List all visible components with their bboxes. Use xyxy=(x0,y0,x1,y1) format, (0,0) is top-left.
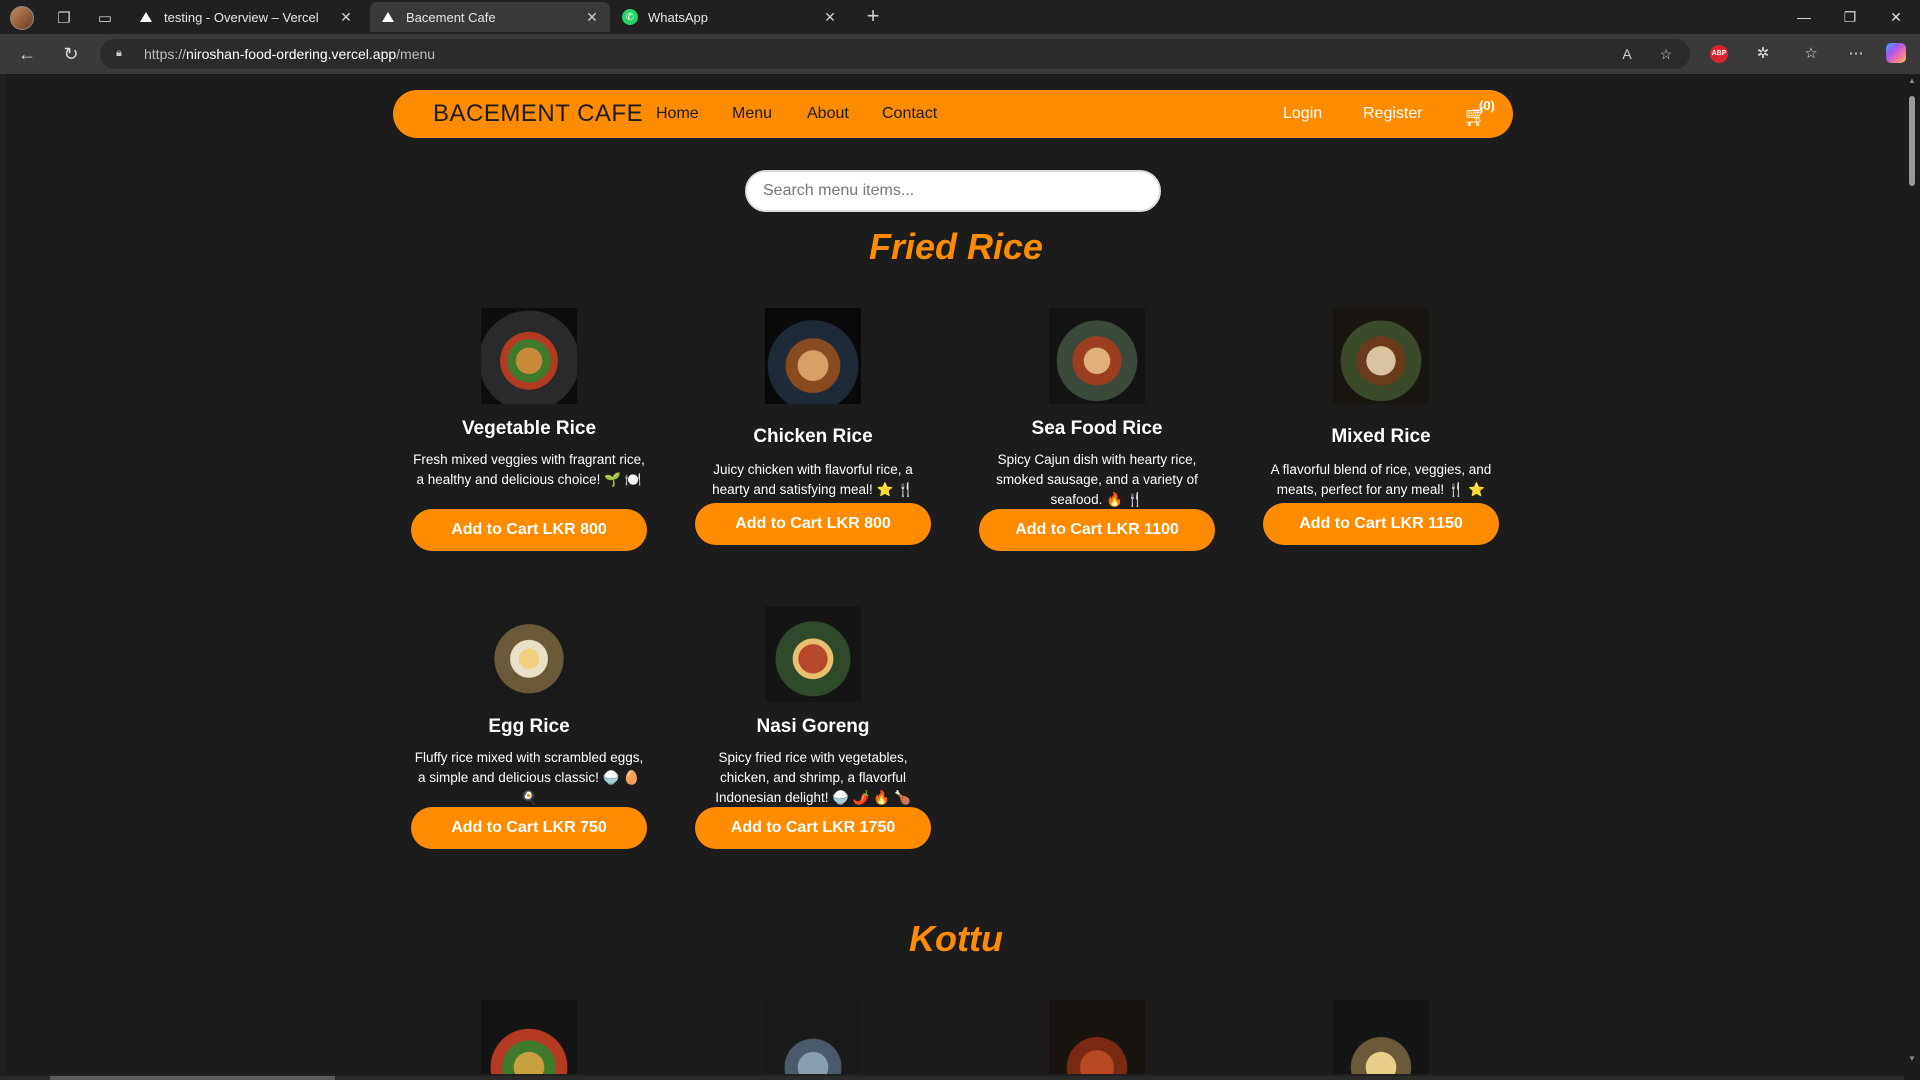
vercel-icon xyxy=(138,9,154,25)
menu-card-kottu-2 xyxy=(693,1000,933,1074)
add-to-cart-button[interactable]: Add to Cart LKR 750 xyxy=(411,807,647,849)
menu-card-mixed-rice: Mixed Rice A flavorful blend of rice, ve… xyxy=(1261,308,1501,545)
nav-about-link[interactable]: About xyxy=(807,105,849,123)
vertical-scrollbar[interactable]: ▲ ▼ xyxy=(1904,74,1920,1080)
item-name: Nasi Goreng xyxy=(756,716,870,737)
browser-tab-bar: ❐ ▭ testing - Overview – Vercel ✕ Baceme… xyxy=(0,0,1920,34)
cart-count-badge: (0) xyxy=(1479,98,1495,113)
scroll-down-arrow-icon[interactable]: ▼ xyxy=(1907,1054,1917,1063)
food-image xyxy=(1333,1000,1429,1074)
whatsapp-icon: ✆ xyxy=(622,9,638,25)
search-menu-input[interactable] xyxy=(745,170,1161,212)
nav-contact-link[interactable]: Contact xyxy=(882,105,937,123)
back-arrow-icon[interactable]: ← xyxy=(14,41,40,67)
item-description: Fluffy rice mixed with scrambled eggs, a… xyxy=(414,750,644,805)
tab-whatsapp[interactable]: ✆ WhatsApp ✕ xyxy=(612,2,848,32)
address-bar[interactable]: 🔒︎ https://niroshan-food-ordering.vercel… xyxy=(100,39,1690,69)
login-link[interactable]: Login xyxy=(1283,105,1322,123)
url-domain: niroshan-food-ordering.vercel.app xyxy=(186,46,397,62)
lock-icon[interactable]: 🔒︎ xyxy=(116,47,130,61)
item-name: Egg Rice xyxy=(488,716,570,737)
close-window-button[interactable]: ✕ xyxy=(1876,4,1916,30)
add-to-cart-button[interactable]: Add to Cart LKR 1150 xyxy=(1263,503,1499,545)
copilot-icon[interactable] xyxy=(1886,43,1906,63)
tab-bacement-cafe[interactable]: Bacement Cafe ✕ xyxy=(370,2,610,32)
url-prefix: https:// xyxy=(144,46,187,62)
read-aloud-icon[interactable]: A xyxy=(1616,43,1638,65)
register-link[interactable]: Register xyxy=(1363,105,1423,123)
menu-card-nasi-goreng: Nasi Goreng Spicy fried rice with vegeta… xyxy=(693,606,933,849)
menu-card-egg-rice: Egg Rice Fluffy rice mixed with scramble… xyxy=(409,606,649,849)
page-viewport: BACEMENT CAFE Home Menu About Contact Lo… xyxy=(6,74,1906,1074)
url-path: /menu xyxy=(396,46,436,62)
more-menu-icon[interactable]: ⋯ xyxy=(1845,43,1867,65)
add-to-cart-button[interactable]: Add to Cart LKR 1750 xyxy=(695,807,931,849)
restore-button[interactable]: ❐ xyxy=(1830,4,1870,30)
food-image xyxy=(481,308,577,404)
close-tab-icon[interactable]: ✕ xyxy=(338,9,354,26)
tab-vercel-overview[interactable]: testing - Overview – Vercel ✕ xyxy=(128,2,364,32)
nav-menu-link[interactable]: Menu xyxy=(732,105,772,123)
site-navbar: BACEMENT CAFE Home Menu About Contact Lo… xyxy=(393,90,1513,138)
tab-label: Bacement Cafe xyxy=(406,9,496,25)
nav-home-link[interactable]: Home xyxy=(656,105,699,123)
favorites-icon[interactable]: ☆ xyxy=(1800,43,1822,65)
horizontal-scrollbar[interactable] xyxy=(0,1076,1904,1080)
vercel-icon xyxy=(380,9,396,25)
item-description: Fresh mixed veggies with fragrant rice, … xyxy=(413,452,645,487)
food-image xyxy=(481,1000,577,1074)
item-name: Mixed Rice xyxy=(1331,426,1431,447)
adblock-extension-icon[interactable]: ABP xyxy=(1710,45,1728,63)
add-to-cart-button[interactable]: Add to Cart LKR 800 xyxy=(411,509,647,551)
minimize-button[interactable]: — xyxy=(1784,4,1824,30)
food-image xyxy=(1049,1000,1145,1074)
item-name: Sea Food Rice xyxy=(1031,418,1163,439)
food-image xyxy=(765,606,861,702)
food-image xyxy=(765,1000,861,1074)
menu-card-chicken-rice: Chicken Rice Juicy chicken with flavorfu… xyxy=(693,308,933,545)
workspaces-icon[interactable]: ❐ xyxy=(52,6,76,30)
add-to-cart-button[interactable]: Add to Cart LKR 1100 xyxy=(979,509,1215,551)
favorite-star-icon[interactable]: ☆ xyxy=(1655,43,1677,65)
menu-card-sea-food-rice: Sea Food Rice Spicy Cajun dish with hear… xyxy=(977,308,1217,551)
url-text[interactable]: https://niroshan-food-ordering.vercel.ap… xyxy=(144,46,435,62)
add-to-cart-button[interactable]: Add to Cart LKR 800 xyxy=(695,503,931,545)
item-name: Vegetable Rice xyxy=(461,418,597,439)
food-image xyxy=(765,308,861,404)
item-description: Spicy Cajun dish with hearty rice, smoke… xyxy=(996,452,1198,507)
vertical-tabs-icon[interactable]: ▭ xyxy=(93,6,117,30)
close-tab-icon[interactable]: ✕ xyxy=(822,9,838,26)
scroll-up-arrow-icon[interactable]: ▲ xyxy=(1907,76,1917,85)
extensions-puzzle-icon[interactable]: ✲ xyxy=(1752,43,1774,65)
horizontal-scrollbar-thumb[interactable] xyxy=(50,1076,335,1080)
brand-logo-text[interactable]: BACEMENT CAFE xyxy=(433,100,643,128)
item-description: Spicy fried rice with vegetables, chicke… xyxy=(715,750,911,805)
profile-avatar[interactable] xyxy=(10,6,34,30)
menu-card-kottu-3 xyxy=(977,1000,1217,1074)
refresh-icon[interactable]: ↻ xyxy=(58,41,84,67)
item-description: A flavorful blend of rice, veggies, and … xyxy=(1270,462,1492,497)
new-tab-button[interactable]: + xyxy=(860,4,886,30)
menu-card-vegetable-rice: Vegetable Rice Fresh mixed veggies with … xyxy=(409,308,649,551)
menu-card-kottu-1 xyxy=(409,1000,649,1074)
food-image xyxy=(1333,308,1429,404)
item-description: Juicy chicken with flavorful rice, a hea… xyxy=(712,462,914,497)
tab-label: WhatsApp xyxy=(648,9,708,25)
close-tab-icon[interactable]: ✕ xyxy=(584,9,600,26)
tab-label: testing - Overview – Vercel xyxy=(164,9,319,25)
menu-card-kottu-4 xyxy=(1261,1000,1501,1074)
section-title-kottu: Kottu xyxy=(909,918,1003,959)
scrollbar-thumb[interactable] xyxy=(1909,96,1915,186)
browser-toolbar: ← ↻ 🔒︎ https://niroshan-food-ordering.ve… xyxy=(0,34,1920,74)
food-image xyxy=(481,606,577,702)
food-image xyxy=(1049,308,1145,404)
item-name: Chicken Rice xyxy=(753,426,873,447)
section-title-fried-rice: Fried Rice xyxy=(868,226,1044,267)
